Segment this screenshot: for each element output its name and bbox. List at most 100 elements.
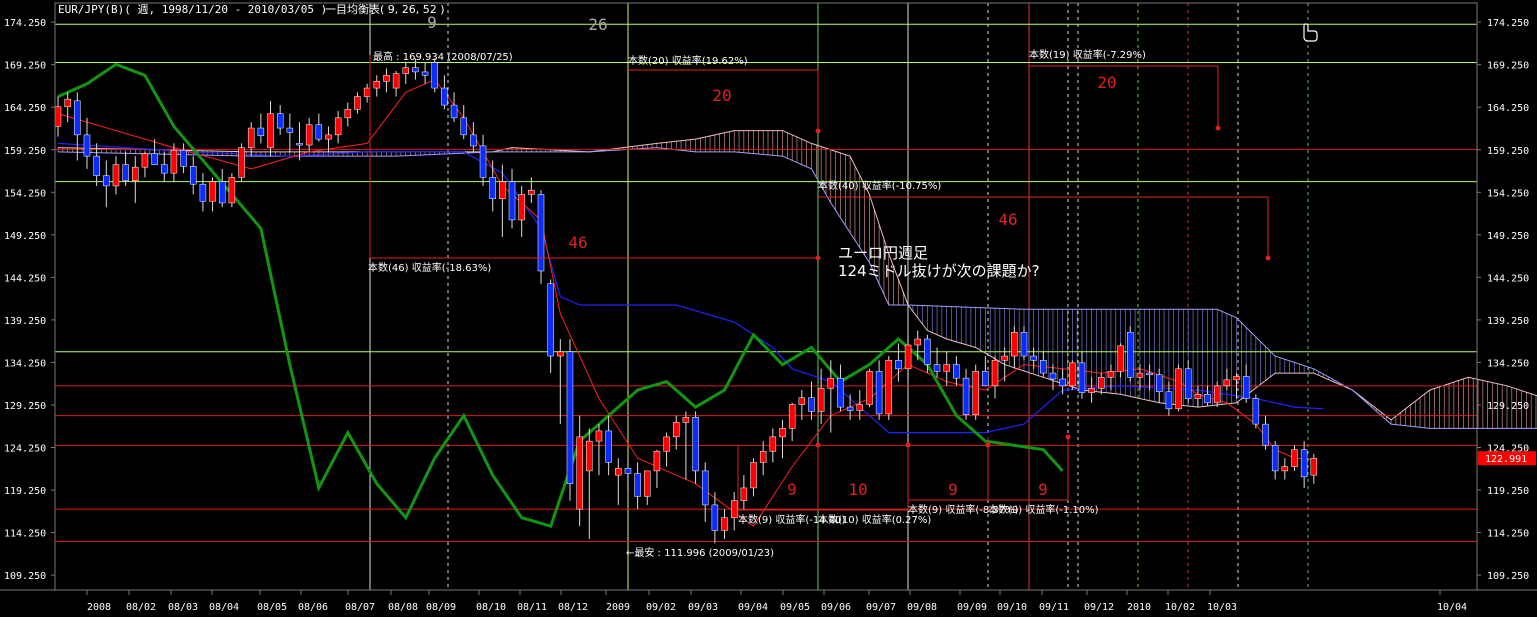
x-tick-label: 09/08 xyxy=(907,602,937,613)
candle-body xyxy=(1165,391,1173,410)
candle-body xyxy=(750,462,757,489)
candle-body xyxy=(798,397,806,405)
candle-body xyxy=(1030,355,1037,361)
ichimoku-chart: 26 9 20 本数(20) 収益率(19.62%) 20 本数(19) 収益率(-7.2… xyxy=(0,0,1537,617)
candle-body xyxy=(740,487,748,501)
measure-count: 9 xyxy=(787,480,797,499)
y-tick-label-right: 149.250 xyxy=(1487,231,1529,242)
candle-body xyxy=(228,177,236,204)
candle-body xyxy=(122,164,129,182)
candle-body xyxy=(1155,374,1163,393)
candle-body xyxy=(914,338,921,346)
y-tick-label-right: 114.250 xyxy=(1487,529,1529,540)
x-tick-label: 2009 xyxy=(606,602,630,613)
measure-label: 本数(9) 収益率(-1.10%) xyxy=(988,503,1099,516)
x-tick-label: 08/06 xyxy=(298,602,328,613)
candle-body xyxy=(885,360,893,415)
candle-body xyxy=(566,351,574,484)
x-tick-label: 08/07 xyxy=(345,602,375,613)
y-tick-label-right: 139.250 xyxy=(1487,316,1529,327)
candle-body xyxy=(672,422,680,438)
candle-body xyxy=(1098,377,1105,389)
candle-body xyxy=(779,428,786,438)
candle-body xyxy=(595,430,603,442)
candle-body xyxy=(663,436,670,452)
comment-line-1: ユーロ円週足 xyxy=(838,244,928,262)
y-tick-label-left: 129.250 xyxy=(4,401,46,412)
candle-body xyxy=(1136,372,1144,378)
candle-body xyxy=(1184,368,1192,399)
y-tick-label-right: 109.250 xyxy=(1487,571,1529,582)
candle-body xyxy=(1310,457,1318,476)
measure-count: 46 xyxy=(568,233,587,252)
candle-body xyxy=(1146,372,1153,376)
candle-body xyxy=(586,440,593,472)
candle-body xyxy=(817,388,825,412)
candle-body xyxy=(547,283,554,357)
y-tick-label-right: 144.250 xyxy=(1487,273,1529,284)
x-tick-label: 08/09 xyxy=(426,602,456,613)
x-tick-label: 08/02 xyxy=(126,602,156,613)
candle-body xyxy=(808,397,815,412)
candle-body xyxy=(846,406,854,411)
y-tick-label-right: 154.250 xyxy=(1487,188,1529,199)
candle-body xyxy=(74,100,81,136)
x-tick-label: 2010 xyxy=(1127,602,1151,613)
candle-body xyxy=(315,124,323,140)
candle-body xyxy=(991,360,999,387)
candle-body xyxy=(421,71,429,76)
x-tick-label: 10/04 xyxy=(1437,602,1467,613)
candle-body xyxy=(1127,331,1134,378)
candle-body xyxy=(305,124,313,146)
candle-body xyxy=(479,145,487,178)
candle-body xyxy=(788,404,796,429)
candle-body xyxy=(267,113,274,148)
candle-body xyxy=(701,470,709,506)
candle-body xyxy=(972,371,979,416)
candle-body xyxy=(1281,466,1289,472)
candle-body xyxy=(392,73,400,89)
candle-body xyxy=(576,436,583,510)
candle-body xyxy=(247,127,255,148)
measure-count: 10 xyxy=(848,480,867,499)
candle-body xyxy=(54,106,62,127)
candle-body xyxy=(634,473,641,497)
candle-body xyxy=(450,104,458,119)
candle-body xyxy=(769,436,777,452)
x-tick-label: 09/02 xyxy=(646,602,676,613)
candle-body xyxy=(286,127,294,133)
y-tick-label-right: 159.250 xyxy=(1487,146,1529,157)
candle-body xyxy=(412,67,419,73)
measure-endpoint xyxy=(1065,434,1071,440)
candle-body xyxy=(180,149,187,167)
candle-body xyxy=(711,504,719,531)
y-tick-label-left: 124.250 xyxy=(4,444,46,455)
candle-body xyxy=(605,430,612,463)
x-tick-label: 09/04 xyxy=(738,602,768,613)
x-tick-label: 08/08 xyxy=(388,602,418,613)
measure-label: 本数(19) 収益率(-7.29%) xyxy=(1029,48,1146,61)
candle-body xyxy=(759,451,767,463)
candle-body xyxy=(334,117,342,136)
low-annotation: ←最安 : 111.996 (2009/01/23) xyxy=(626,546,774,559)
measure-label: 本数(20) 収益率(19.62%) xyxy=(628,54,748,67)
x-tick-label: 10/02 xyxy=(1165,602,1195,613)
y-tick-label-left: 119.250 xyxy=(4,486,46,497)
measure-endpoint xyxy=(815,128,821,134)
indicator-label: 一目均衡表( 9, 26, 52 ) xyxy=(325,2,445,16)
candle-body xyxy=(93,155,100,176)
y-tick-label-right: 169.250 xyxy=(1487,61,1529,72)
x-tick-label: 09/10 xyxy=(997,602,1027,613)
measure-endpoint xyxy=(815,255,821,261)
top-number-26: 26 xyxy=(588,15,607,34)
candle-body xyxy=(373,81,381,89)
candle-body xyxy=(431,62,438,89)
x-tick-label: 08/10 xyxy=(476,602,506,613)
candle-body xyxy=(1204,394,1211,404)
measure-endpoint xyxy=(1215,125,1221,131)
x-tick-label: 09/06 xyxy=(821,602,851,613)
candle-body xyxy=(1117,345,1124,372)
candle-body xyxy=(354,96,361,110)
y-tick-label-right: 134.250 xyxy=(1487,358,1529,369)
candle-body xyxy=(1069,362,1076,387)
